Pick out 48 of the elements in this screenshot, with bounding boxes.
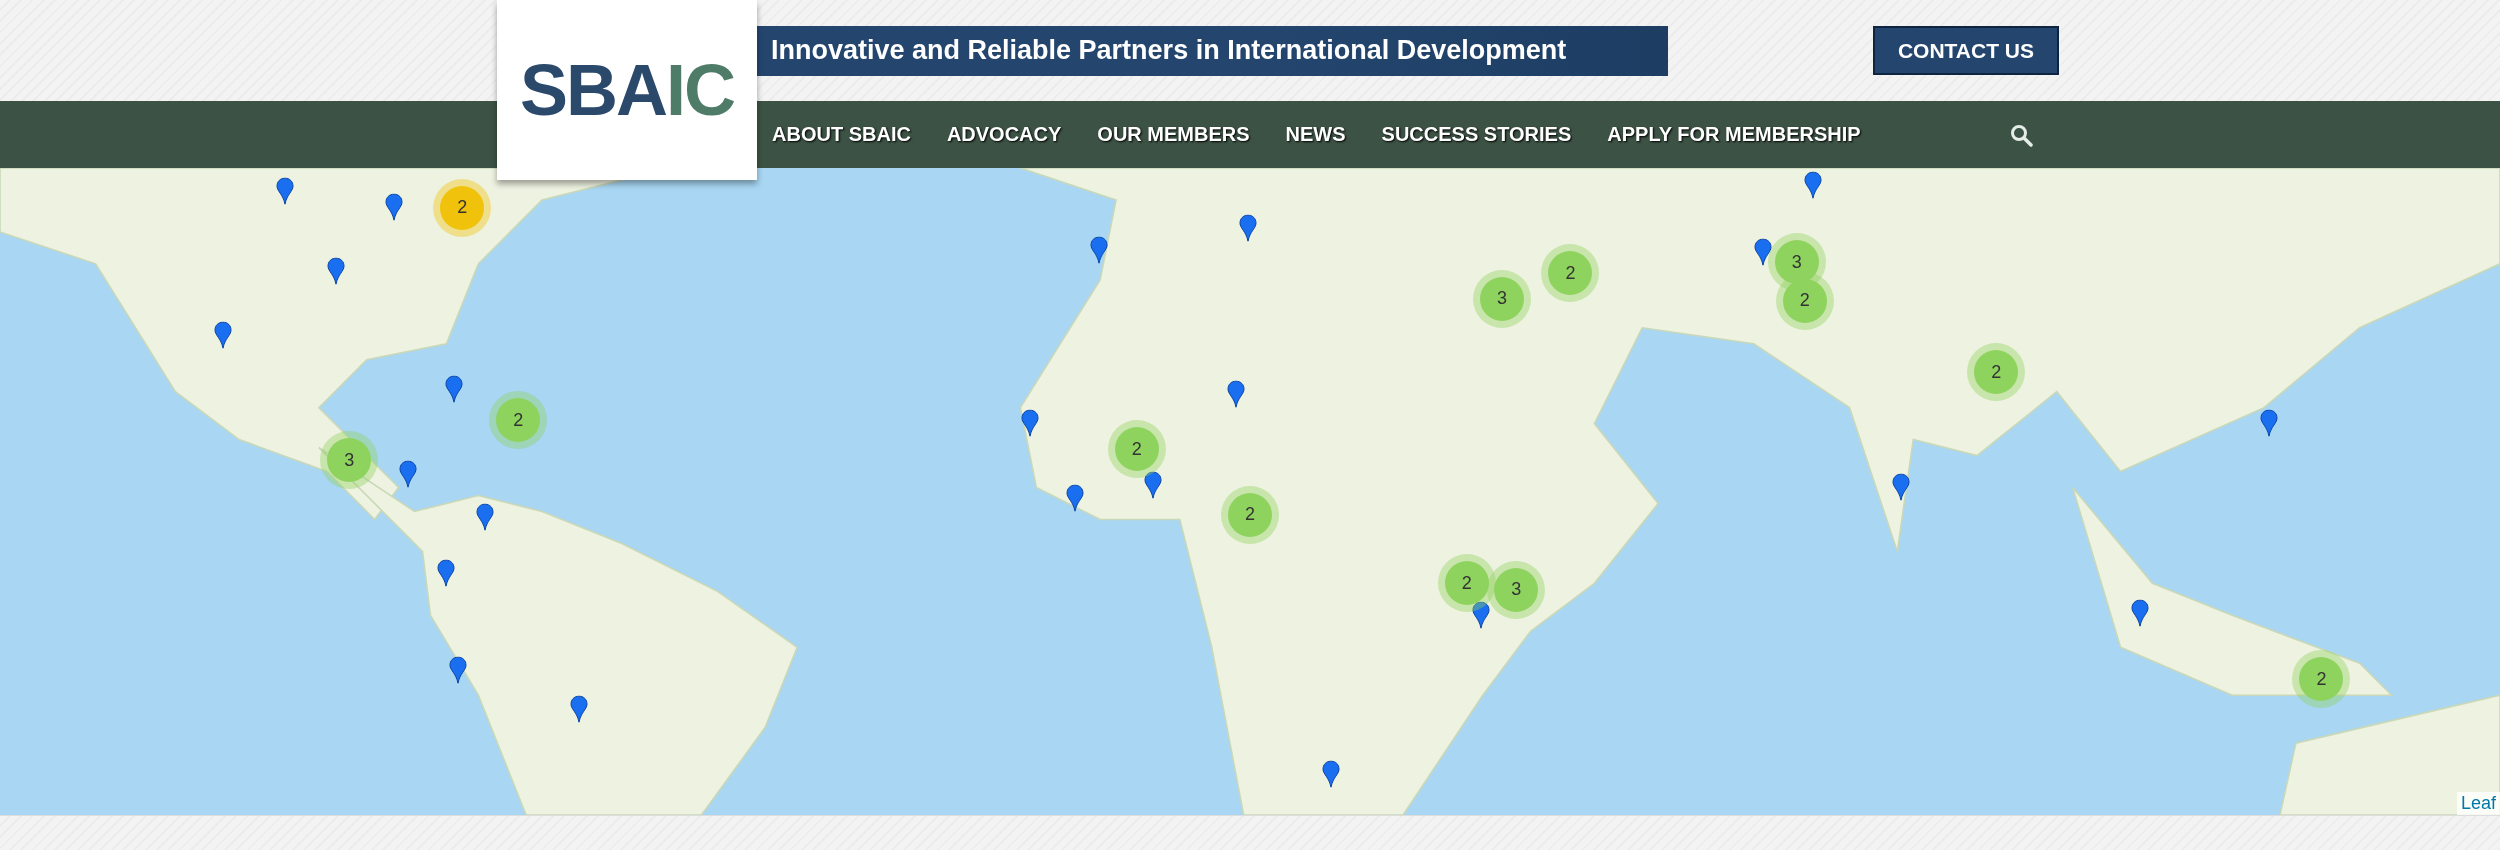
map-pin-icon[interactable] bbox=[1143, 471, 1162, 500]
map-pin-icon[interactable] bbox=[399, 460, 418, 489]
marker-cluster[interactable]: 2 bbox=[433, 178, 492, 237]
marker-cluster[interactable]: 2 bbox=[2292, 650, 2351, 709]
map-pin-icon[interactable] bbox=[276, 177, 295, 206]
map-pin-icon[interactable] bbox=[1020, 409, 1039, 437]
map-pin-icon[interactable] bbox=[1891, 472, 1910, 501]
nav-link[interactable]: OUR MEMBERS bbox=[1097, 123, 1250, 146]
marker-cluster[interactable]: 2 bbox=[489, 391, 548, 450]
search-icon[interactable] bbox=[2008, 122, 2033, 147]
marker-cluster[interactable]: 3 bbox=[1487, 560, 1546, 619]
map-pin-icon[interactable] bbox=[2130, 599, 2149, 628]
marker-cluster[interactable]: 2 bbox=[1541, 244, 1600, 303]
map-pin-icon[interactable] bbox=[1472, 600, 1491, 629]
map-pin-icon[interactable] bbox=[1226, 380, 1245, 409]
tagline-banner: Innovative and Reliable Partners in International Development bbox=[757, 25, 1668, 76]
nav-link[interactable]: ADVOCACY bbox=[946, 123, 1062, 146]
map-pin-icon[interactable] bbox=[1322, 760, 1341, 789]
marker-cluster[interactable]: 2 bbox=[1437, 554, 1496, 613]
nav-link[interactable]: APPLY FOR MEMBERSHIP bbox=[1607, 123, 1861, 146]
map-pin-icon[interactable] bbox=[1754, 238, 1773, 267]
map-pin-icon[interactable] bbox=[1065, 484, 1084, 513]
marker-cluster[interactable]: 2 bbox=[1775, 271, 1834, 330]
map-pin-icon[interactable] bbox=[214, 321, 233, 350]
attribution-link[interactable]: Leaf bbox=[2456, 792, 2500, 815]
nav-link[interactable]: SUCCESS STORIES bbox=[1381, 123, 1572, 146]
map-pin-icon[interactable] bbox=[475, 503, 494, 532]
marker-cluster[interactable]: 3 bbox=[320, 431, 379, 490]
sbaic-logo: SBAIC bbox=[520, 49, 734, 131]
marker-cluster[interactable]: 3 bbox=[1472, 270, 1531, 328]
nav-link[interactable]: ABOUT SBAIC bbox=[772, 123, 911, 146]
marker-cluster[interactable]: 2 bbox=[1107, 420, 1166, 479]
map-pin-icon[interactable] bbox=[327, 257, 346, 286]
marker-cluster[interactable]: 2 bbox=[1967, 343, 2026, 402]
map-pin-icon[interactable] bbox=[448, 656, 467, 685]
world-map[interactable]: 2 2 3 2 2 2 3 3 2 2 2 3 2 Leaf bbox=[0, 168, 2500, 815]
map-pin-icon[interactable] bbox=[1239, 214, 1258, 243]
map-pin-icon[interactable] bbox=[437, 559, 456, 588]
map-pin-icon[interactable] bbox=[1803, 170, 1822, 199]
map-pin-icon[interactable] bbox=[569, 694, 588, 723]
map-pin-icon[interactable] bbox=[1089, 236, 1108, 265]
map-pin-icon[interactable] bbox=[445, 375, 464, 404]
map-pin-icon[interactable] bbox=[2259, 409, 2278, 437]
logo-card[interactable]: SBAIC bbox=[497, 0, 757, 180]
marker-cluster[interactable]: 2 bbox=[1221, 485, 1279, 544]
contact-us-button[interactable]: CONTACT US bbox=[1873, 26, 2059, 75]
nav-link[interactable]: NEWS bbox=[1285, 123, 1346, 146]
map-pin-icon[interactable] bbox=[384, 193, 403, 222]
